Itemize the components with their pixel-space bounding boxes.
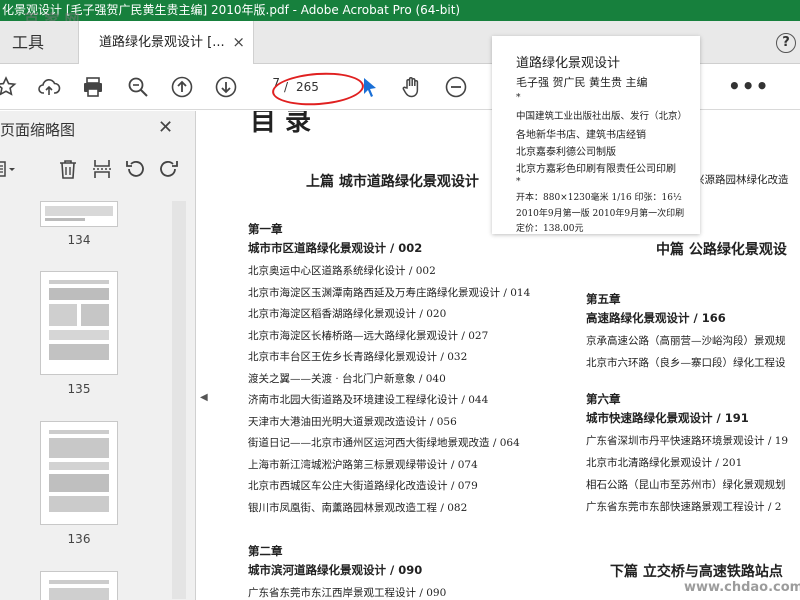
chapter-label: 第六章	[586, 392, 621, 406]
chapter-title: 城市快速路绿化景观设计 / 191	[586, 411, 749, 425]
page-thumbnail[interactable]	[40, 571, 118, 600]
close-tab-icon[interactable]: ×	[232, 21, 245, 64]
toc-entry: 北京市海淀区稻香湖路绿化景观设计 / 020	[248, 308, 447, 320]
part-heading: 上篇 城市道路绿化景观设计	[306, 174, 479, 190]
toc-heading: 目 录	[250, 111, 312, 137]
window-title-bar: 化景观设计 [毛子强贺广民黄生贵主编] 2010年版.pdf - Adobe A…	[0, 0, 800, 21]
copyright-info-popup: 道路绿化景观设计 毛子强 贺广民 黄生贵 主编 * 中国建筑工业出版社出版、发行…	[492, 36, 700, 234]
hand-tool-icon[interactable]	[400, 75, 424, 99]
toc-entry: 北京市西城区车公庄大街道路绿化改造设计 / 079	[248, 480, 478, 492]
thumbnail-scrollbar[interactable]	[172, 201, 186, 599]
rotate-left-icon[interactable]	[124, 157, 148, 181]
page-thumbnails-panel: 页面缩略图 ✕ 134 135 136	[0, 111, 196, 600]
help-icon[interactable]: ?	[776, 33, 796, 53]
toc-entry: 上海市新江湾城淞沪路第三标景观绿带设计 / 074	[248, 458, 478, 471]
toc-entry: 银川市凤凰街、南薰路园林景观改造工程 / 082	[248, 501, 468, 514]
previous-page-icon[interactable]	[170, 75, 194, 99]
thumbnail-page-number: 135	[67, 382, 91, 396]
more-tools-icon[interactable]: •••	[728, 74, 769, 98]
popup-format: 开本：880×1230毫米 1/16 印张：16½	[516, 193, 682, 203]
next-page-icon[interactable]	[214, 75, 238, 99]
watermark-url: www.chdao.com	[684, 580, 800, 595]
thumbnail-page-number: 134	[67, 233, 91, 247]
toc-entry: 广东省东莞市东江西岸景观工程设计 / 090	[248, 587, 447, 599]
thumbnail-page-number: 136	[67, 532, 91, 546]
toc-entry: 北京市北清路绿化景观设计 / 201	[586, 457, 743, 469]
popup-price: 定价：138.00元	[516, 224, 584, 234]
popup-star: *	[516, 93, 521, 103]
print-icon[interactable]	[81, 75, 105, 99]
popup-publisher: 中国建筑工业出版社出版、发行（北京）	[516, 111, 688, 122]
chapter-label: 第一章	[248, 222, 283, 236]
zoom-out-icon[interactable]	[444, 75, 468, 99]
delete-page-icon[interactable]	[56, 157, 80, 181]
star-icon[interactable]	[0, 75, 18, 99]
toc-entry: 天津市大港油田光明大道景观改造设计 / 056	[248, 415, 457, 428]
chapter-title: 城市滨河道路绿化景观设计 / 090	[248, 563, 423, 577]
popup-printer: 北京方嘉彩色印刷有限责任公司印刷	[516, 164, 676, 175]
collapse-panel-icon[interactable]: ◀	[200, 392, 208, 403]
chapter-title: 高速路绿化景观设计 / 166	[586, 311, 726, 325]
popup-plate: 北京嘉泰利德公司制版	[516, 147, 616, 158]
toc-entry: 济南市北园大街道路及环境建设工程绿化设计 / 044	[248, 394, 489, 406]
close-panel-icon[interactable]: ✕	[158, 117, 173, 138]
popup-title: 道路绿化景观设计	[516, 56, 621, 71]
toc-entry: 相石公路（昆山市至苏州市）绿化景观规划	[586, 479, 786, 491]
tab-document-label: 道路绿化景观设计 [...	[99, 35, 225, 50]
panel-title: 页面缩略图	[0, 121, 76, 139]
toc-entry: 北京市海淀区长椿桥路—远大路绿化景观设计 / 027	[248, 329, 489, 342]
toc-entry: 广东省东莞市东部快速路景观工程设计 / 2	[586, 501, 782, 513]
search-zoom-icon[interactable]	[126, 75, 150, 99]
toc-entry: 北京市丰台区王佐乡长青路绿化景观设计 / 032	[248, 351, 468, 363]
upload-cloud-icon[interactable]	[37, 75, 61, 99]
toc-entry: 京承高速公路（高丽营—沙峪沟段）景观规	[586, 335, 786, 347]
toc-entry: 渡关之翼——关渡 · 台北门户新意象 / 040	[248, 372, 446, 385]
tab-tools[interactable]: 工具	[0, 21, 78, 64]
tab-document[interactable]: 道路绿化景观设计 [... ×	[78, 21, 254, 64]
chapter-label: 第五章	[586, 292, 621, 306]
page-thumbnail[interactable]	[40, 421, 118, 525]
toc-entry: 街道日记——北京市通州区运河西大街绿地景观改造 / 064	[248, 437, 520, 449]
thumbnail-tools	[0, 157, 196, 187]
toc-entry: 广东省深圳市丹平快速路环境景观设计 / 19	[586, 435, 789, 447]
toc-entry: 北京奥运中心区道路系统绿化设计 / 002	[248, 265, 436, 277]
toc-entry: 兴源路园林绿化改造	[694, 174, 789, 186]
popup-star: *	[516, 177, 521, 187]
options-menu-icon[interactable]	[0, 157, 18, 181]
part-heading: 下篇 立交桥与高速铁路站点	[610, 564, 783, 580]
extract-page-icon[interactable]	[90, 157, 114, 181]
chapter-title: 城市市区道路绿化景观设计 / 002	[248, 241, 423, 255]
chapter-label: 第二章	[248, 544, 283, 558]
toc-entry: 北京市海淀区玉渊潭南路西延及万寿庄路绿化景观设计 / 014	[248, 286, 531, 299]
toc-entry: 北京市六环路（良乡—寨口段）绿化工程设	[586, 357, 786, 369]
rotate-right-icon[interactable]	[156, 157, 180, 181]
popup-distributor: 各地新华书店、建筑书店经销	[516, 130, 646, 141]
page-thumbnail[interactable]	[40, 271, 118, 375]
popup-edition: 2010年9月第一版 2010年9月第一次印刷	[516, 209, 685, 219]
page-thumbnail[interactable]	[40, 201, 118, 227]
part-heading: 中篇 公路绿化景观设	[656, 242, 787, 258]
popup-authors: 毛子强 贺广民 黄生贵 主编	[516, 76, 648, 89]
